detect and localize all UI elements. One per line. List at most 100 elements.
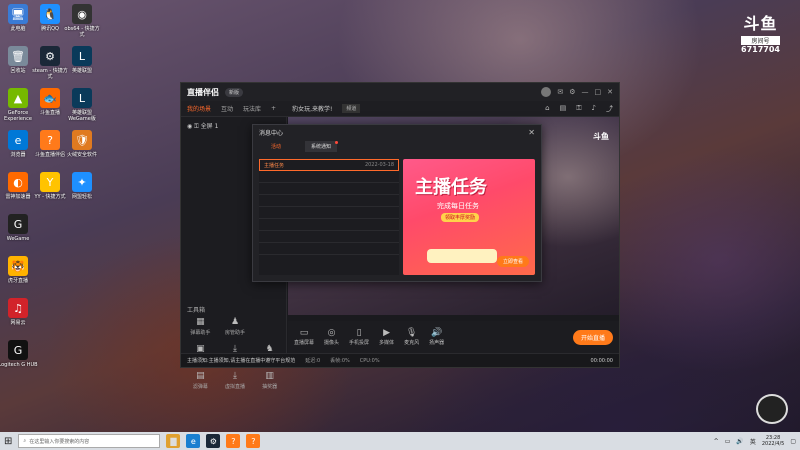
network-icon[interactable]: ▭ — [725, 438, 731, 445]
bell-icon[interactable]: ♪ — [592, 104, 596, 114]
douyu-companion-icon[interactable]: ? — [246, 434, 261, 448]
steam-icon[interactable]: ⚙ — [206, 434, 221, 448]
desktop-icon[interactable]: ◉ obs64 - 快捷方式 — [62, 4, 102, 38]
room-title[interactable]: 豹女玩,来教学! — [292, 104, 332, 113]
control-icon: ▭ — [299, 328, 309, 338]
mail-icon[interactable]: ✉ — [557, 88, 563, 96]
clock[interactable]: 23:28 2022/4/5 — [762, 435, 784, 447]
tab-my-scenes[interactable]: 我的场景 — [187, 104, 211, 113]
version-pill[interactable]: 新版 — [225, 87, 244, 97]
tool-item[interactable]: ▦ 弹幕助手 — [183, 317, 218, 336]
list-item[interactable] — [259, 219, 399, 231]
app-icon: e — [8, 130, 28, 150]
add-tab-icon[interactable]: + — [271, 105, 276, 112]
desktop-icon[interactable]: ✦ 网盟轻松 — [62, 172, 102, 200]
list-item[interactable] — [259, 207, 399, 219]
status-cpu: CPU:0% — [359, 357, 380, 364]
banner-chip: 领取丰厚奖励 — [441, 213, 480, 222]
app-icon: L — [72, 46, 92, 66]
notification-icon[interactable]: ▢ — [790, 438, 796, 445]
live-timer: 00:00:00 — [590, 357, 613, 364]
edge-icon[interactable]: e — [186, 434, 201, 448]
source-control[interactable]: 🎙 麦克风 — [404, 328, 419, 346]
clock-date: 2022/4/5 — [761, 441, 785, 447]
modal-tabs: 活动 系统通知 — [253, 139, 541, 154]
room-channel-button[interactable]: 频道 — [342, 104, 361, 113]
mascot-overlay — [756, 394, 788, 424]
desktop-icon-label: WeGame — [6, 236, 30, 242]
desktop-icon[interactable]: ♫ 网易云 — [0, 298, 38, 326]
close-icon[interactable]: ✕ — [528, 128, 535, 137]
ime-icon[interactable]: 英 — [750, 437, 756, 446]
desktop-icon-label: 英雄联盟 — [71, 68, 92, 74]
source-control[interactable]: ◎ 摄像头 — [324, 328, 339, 346]
list-item[interactable]: 主播任务 2022-03-18 — [259, 159, 399, 171]
tool-label: 虚拟直播 — [224, 384, 245, 390]
avatar[interactable] — [541, 87, 552, 97]
desktop-icon[interactable]: L 英雄联盟WeGame版 — [62, 88, 102, 122]
desktop-icon-label: 虎牙直播 — [7, 278, 28, 284]
app-icon: ? — [40, 130, 60, 150]
share-icon[interactable]: ▤ — [560, 104, 567, 114]
source-control[interactable]: ▶ 多媒体 — [379, 328, 394, 346]
desktop-icon-label: 网易云 — [10, 320, 26, 326]
file-explorer-icon[interactable]: ▇ — [166, 434, 181, 448]
status-latency: 延迟:0 — [305, 358, 321, 364]
modal-title: 消息中心 — [259, 129, 284, 137]
tool-item[interactable]: ▤ 滤弹幕 — [183, 371, 218, 390]
close-icon[interactable]: ✕ — [607, 88, 613, 96]
gift-icon[interactable]: ⌂ — [545, 104, 549, 114]
windows-start-icon[interactable]: ⊞ — [4, 436, 12, 447]
douyu-room-badge: 斗鱼 房间号 6717704 — [741, 10, 780, 54]
promo-banner[interactable]: 主播任务 完成每日任务 领取丰厚奖励 立即查看 — [403, 159, 535, 275]
tab-interaction[interactable]: 互动 — [221, 104, 233, 113]
source-control[interactable]: ▯ 手机投屏 — [349, 328, 369, 346]
tab-activity[interactable]: 活动 — [265, 141, 287, 152]
unread-dot — [335, 141, 339, 144]
list-item[interactable] — [259, 243, 399, 255]
app-icon: L — [72, 88, 92, 108]
banner-cta-button[interactable]: 立即查看 — [496, 256, 529, 267]
desktop-icon[interactable]: G WeGame — [0, 214, 38, 242]
message-list: 主播任务 2022-03-18 — [259, 159, 399, 275]
tool-label: 房管助手 — [224, 330, 245, 336]
douyu-app-icon[interactable]: ? — [226, 434, 241, 448]
source-control[interactable]: 🔊 扬声器 — [429, 328, 444, 346]
desktop-icon[interactable]: 🐯 虎牙直播 — [0, 256, 38, 284]
tool-item[interactable]: ⤓ 虚拟直播 — [218, 371, 253, 390]
chevron-up-icon[interactable]: ^ — [714, 438, 719, 445]
link-icon[interactable]: ⤴ — [606, 104, 613, 114]
tab-games[interactable]: 玩法库 — [243, 104, 261, 113]
list-item[interactable] — [259, 183, 399, 195]
control-label: 直播屏幕 — [294, 340, 315, 346]
desktop-icon[interactable]: 🛡 火绒安全软件 — [62, 130, 102, 158]
maximize-icon[interactable]: □ — [595, 88, 602, 96]
minimize-icon[interactable]: — — [582, 88, 589, 96]
modal-header: 消息中心 ✕ — [253, 125, 541, 139]
tool-item[interactable]: ♟ 房管助手 — [218, 317, 253, 336]
source-control[interactable]: ▭ 直播屏幕 — [294, 328, 314, 346]
control-label: 扬声器 — [429, 340, 445, 346]
message-title: 主播任务 — [264, 162, 285, 169]
tool-item[interactable]: ▥ 抽奖器 — [252, 371, 287, 390]
settings-icon[interactable]: ⚙ — [569, 88, 575, 96]
eye-icon[interactable]: ◉ — [187, 123, 192, 130]
bag-icon[interactable]: ⚿ — [576, 104, 581, 114]
app-icon: ◐ — [8, 172, 28, 192]
douyu-logo: 斗鱼 — [743, 14, 778, 33]
tab-system-notice[interactable]: 系统通知 — [305, 141, 339, 152]
taskbar-search[interactable]: ⌕ 在这里输入你要搜索的内容 — [18, 434, 161, 448]
desktop-icon-label: obs64 - 快捷方式 — [64, 26, 100, 38]
desktop-icon[interactable]: L 英雄联盟 — [62, 46, 102, 74]
tool-label: 弹幕助手 — [190, 330, 211, 336]
volume-icon[interactable]: 🔊 — [736, 438, 743, 445]
desktop-icon[interactable]: G Logitech G HUB — [0, 340, 38, 368]
source-controlbar: ▭ 直播屏幕 ◎ 摄像头 ▯ 手机投屏 ▶ 多媒体 🎙 麦克风 🔊 扬声器 开始直播 — [288, 321, 619, 353]
list-item[interactable] — [259, 195, 399, 207]
start-live-button[interactable]: 开始直播 — [572, 329, 613, 345]
list-item[interactable] — [259, 171, 399, 183]
room-number: 6717704 — [741, 45, 780, 54]
list-item[interactable] — [259, 231, 399, 243]
app-navbar: 我的场景 互动 玩法库 + 豹女玩,来教学! 频道 ⌂ ▤ ⚿ ♪ ⤴ — [181, 101, 619, 117]
lock-icon[interactable]: ⚿ — [194, 123, 199, 130]
